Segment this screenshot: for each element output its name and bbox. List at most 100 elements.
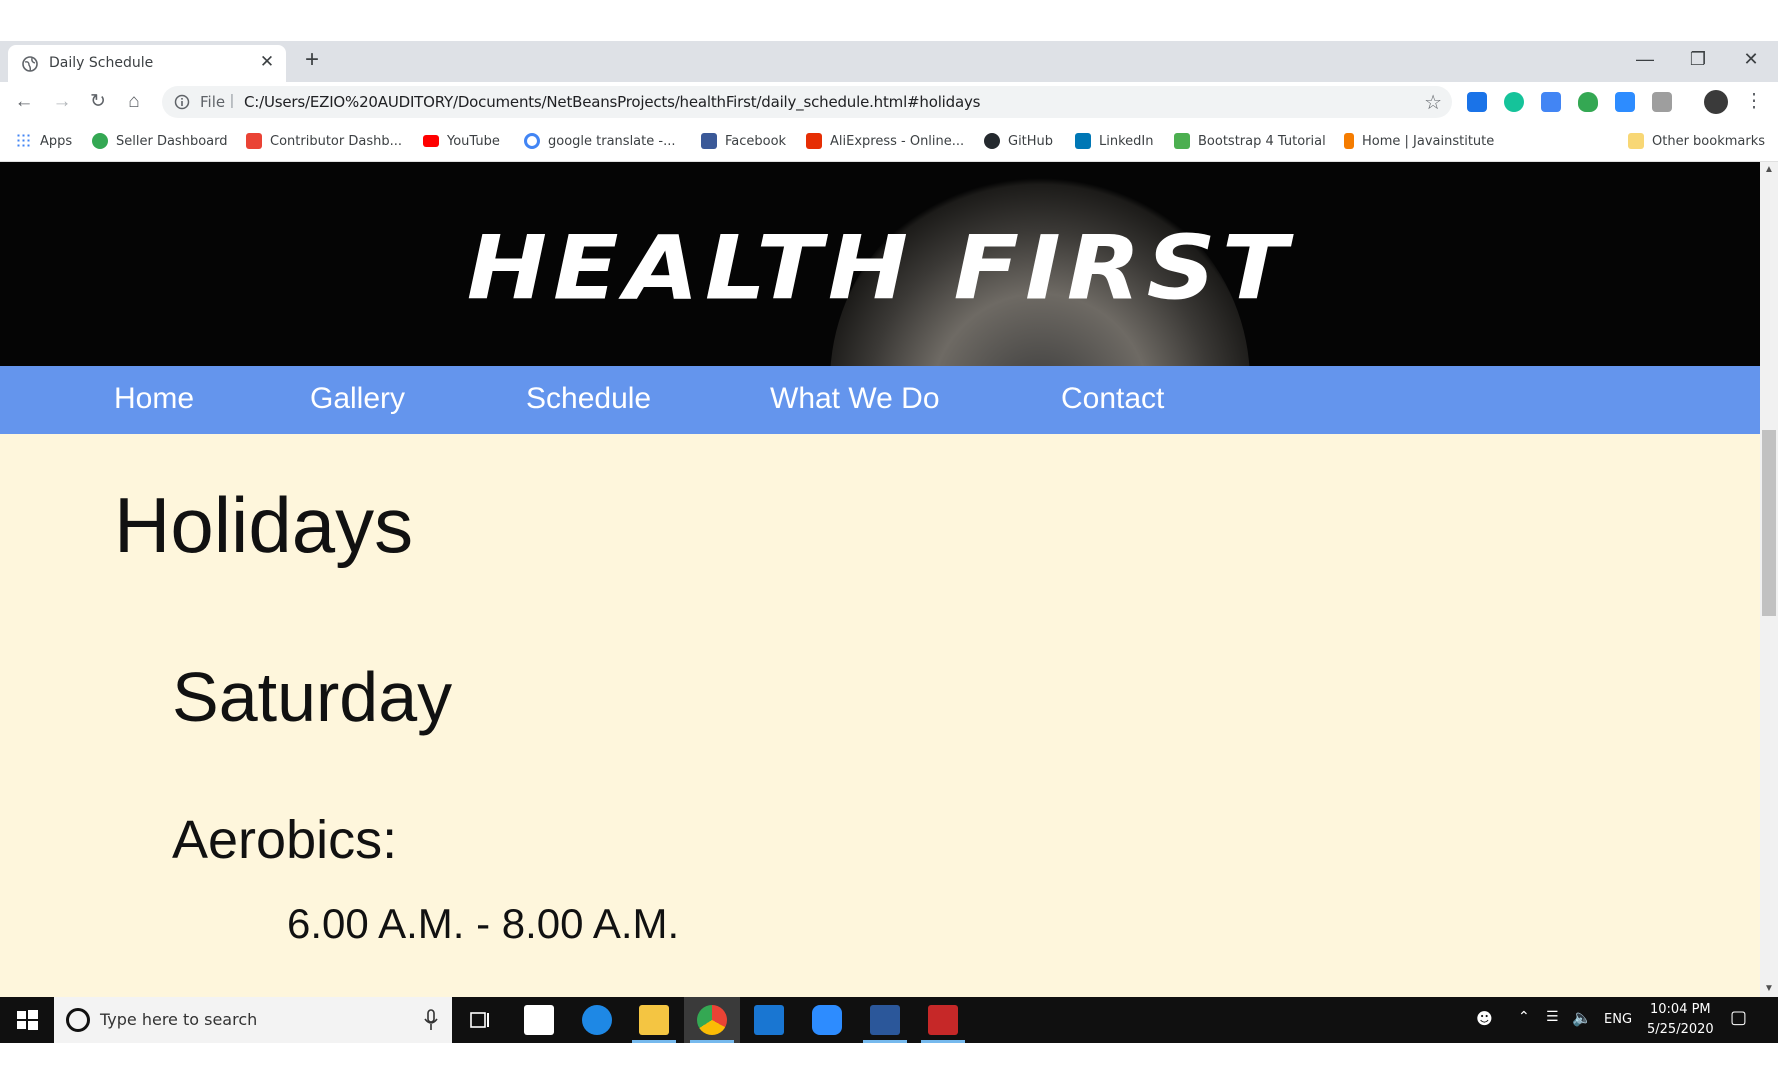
- reload-icon[interactable]: ↻: [86, 90, 110, 114]
- facebook-icon: [701, 133, 717, 149]
- bookmark-label: Bootstrap 4 Tutorial: [1198, 133, 1326, 149]
- scroll-thumb[interactable]: [1762, 430, 1776, 616]
- nav-gallery[interactable]: Gallery: [310, 382, 405, 416]
- chevron-up-icon[interactable]: ⌃: [1518, 1009, 1530, 1025]
- extension-cast-icon[interactable]: [1467, 92, 1487, 112]
- bookmark-seller-dashboard[interactable]: Seller Dashboard: [92, 130, 227, 152]
- acrobat-icon[interactable]: [928, 1005, 958, 1035]
- bookmark-facebook[interactable]: Facebook: [701, 130, 786, 152]
- nav-what-we-do[interactable]: What We Do: [770, 382, 940, 416]
- aliexpress-icon: [806, 133, 822, 149]
- explorer-running-indicator: [632, 1040, 676, 1043]
- new-tab-button[interactable]: +: [300, 48, 324, 73]
- home-icon[interactable]: ⌂: [122, 90, 146, 114]
- bookmark-label: AliExpress - Online...: [830, 133, 965, 149]
- bookmark-javainstitute[interactable]: Home | Javainstitute: [1344, 130, 1494, 152]
- cortana-icon: [66, 1008, 90, 1032]
- bookmark-google-translate[interactable]: google translate -...: [524, 130, 675, 152]
- people-icon[interactable]: ☻: [1476, 1009, 1493, 1028]
- bookmark-label: Home | Javainstitute: [1362, 133, 1495, 149]
- bookmark-apps[interactable]: Apps: [16, 130, 72, 152]
- bookmark-label: Seller Dashboard: [116, 133, 228, 149]
- bookmark-label: LinkedIn: [1099, 133, 1154, 149]
- bookmark-label: google translate -...: [548, 133, 676, 149]
- windows-taskbar: Type here to search ☻ ⌃ ☰ 🔈 ENG 10:04 PM…: [0, 997, 1778, 1043]
- nav-home[interactable]: Home: [114, 382, 194, 416]
- clock-time[interactable]: 10:04 PM: [1650, 1002, 1711, 1017]
- google-icon: [524, 133, 540, 149]
- bookmark-label: Other bookmarks: [1652, 133, 1766, 149]
- translate-icon[interactable]: [1541, 92, 1561, 112]
- tab-title: Daily Schedule: [49, 55, 154, 71]
- word-running-indicator: [863, 1040, 907, 1043]
- word-icon[interactable]: [870, 1005, 900, 1035]
- grammarly-icon[interactable]: [1504, 92, 1524, 112]
- acrobat-running-indicator: [921, 1040, 965, 1043]
- nav-contact[interactable]: Contact: [1061, 382, 1164, 416]
- clock-date[interactable]: 5/25/2020: [1647, 1022, 1714, 1037]
- back-icon[interactable]: ←: [12, 90, 36, 114]
- class-heading: Aerobics:: [172, 810, 398, 870]
- class-time: 6.00 A.M. - 8.00 A.M.: [287, 900, 680, 947]
- bookmark-aliexpress[interactable]: AliExpress - Online...: [806, 130, 964, 152]
- file-explorer-icon[interactable]: [639, 1005, 669, 1035]
- site-logo[interactable]: HEALTH FIRST: [0, 216, 1760, 319]
- browser-toolbar: ← → ↻ ⌂ File | C:/Users/EZIO%20AUDITORY/…: [0, 82, 1778, 122]
- minimize-icon[interactable]: —: [1630, 47, 1660, 71]
- url-scheme: File: [200, 93, 226, 111]
- star-icon[interactable]: ☆: [1424, 90, 1442, 115]
- store-icon[interactable]: [524, 1005, 554, 1035]
- close-window-icon[interactable]: ✕: [1736, 47, 1766, 71]
- linkedin-icon: [1075, 133, 1091, 149]
- task-view-icon[interactable]: [465, 1005, 495, 1035]
- globe-icon: [22, 56, 38, 72]
- info-icon[interactable]: [174, 94, 190, 110]
- profile-avatar[interactable]: [1704, 90, 1728, 114]
- web-page: HEALTH FIRST Home Gallery Schedule What …: [0, 162, 1760, 997]
- section-title: Holidays: [114, 481, 414, 569]
- chrome-running-indicator: [690, 1040, 734, 1043]
- zoom-icon[interactable]: [1615, 92, 1635, 112]
- url-separator: |: [230, 92, 234, 109]
- day-heading: Saturday: [172, 658, 453, 736]
- browser-tab[interactable]: Daily Schedule ✕: [8, 45, 286, 82]
- scroll-up-icon[interactable]: ▲: [1760, 162, 1778, 178]
- bookmark-linkedin[interactable]: LinkedIn: [1075, 130, 1153, 152]
- bookmark-github[interactable]: GitHub: [984, 130, 1053, 152]
- edge-icon[interactable]: [582, 1005, 612, 1035]
- folder-icon: [1628, 133, 1644, 149]
- url-text[interactable]: C:/Users/EZIO%20AUDITORY/Documents/NetBe…: [244, 93, 980, 111]
- menu-icon[interactable]: ⋮: [1742, 90, 1766, 114]
- bookmark-label: GitHub: [1008, 133, 1054, 149]
- volume-icon[interactable]: 🔈: [1572, 1008, 1592, 1027]
- apps-grid-icon: [16, 133, 32, 149]
- taskbar-search[interactable]: Type here to search: [54, 997, 452, 1043]
- bookmark-label: Facebook: [725, 133, 787, 149]
- pdf-extension-icon[interactable]: [1652, 92, 1672, 112]
- address-bar[interactable]: File | C:/Users/EZIO%20AUDITORY/Document…: [162, 86, 1452, 118]
- notification-icon[interactable]: ▢: [1730, 1007, 1747, 1028]
- zoom-app-icon[interactable]: [812, 1005, 842, 1035]
- page-scrollbar[interactable]: ▲ ▼: [1760, 162, 1778, 997]
- scroll-down-icon[interactable]: ▼: [1760, 981, 1778, 997]
- windows-start-icon[interactable]: [0, 997, 54, 1043]
- forward-icon[interactable]: →: [50, 90, 74, 114]
- mail-icon[interactable]: [754, 1005, 784, 1035]
- bookmark-contributor-dashboard[interactable]: Contributor Dashb...: [246, 130, 402, 152]
- bookmark-youtube[interactable]: YouTube: [423, 130, 500, 152]
- bookmark-bootstrap[interactable]: Bootstrap 4 Tutorial: [1174, 130, 1326, 152]
- main-nav: Home Gallery Schedule What We Do Contact: [0, 366, 1760, 434]
- microphone-icon[interactable]: [424, 1009, 438, 1031]
- restore-icon[interactable]: ❐: [1683, 47, 1713, 71]
- close-tab-icon[interactable]: ✕: [258, 53, 276, 71]
- nav-schedule[interactable]: Schedule: [526, 382, 651, 416]
- tab-strip: Daily Schedule ✕ + — ❐ ✕: [0, 41, 1778, 82]
- seller-icon: [92, 133, 108, 149]
- bookmark-other[interactable]: Other bookmarks: [1628, 130, 1765, 152]
- chrome-icon[interactable]: [697, 1005, 727, 1035]
- language-indicator[interactable]: ENG: [1604, 1012, 1632, 1027]
- hero-banner: HEALTH FIRST: [0, 162, 1760, 366]
- shield-icon[interactable]: [1578, 92, 1598, 112]
- network-icon[interactable]: ☰: [1546, 1009, 1559, 1025]
- contributor-icon: [246, 133, 262, 149]
